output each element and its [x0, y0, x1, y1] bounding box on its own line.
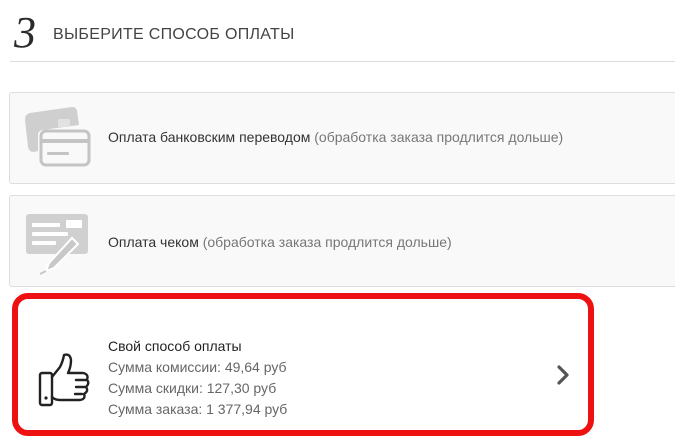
option-note: (обработка заказа продлится дольше)	[202, 234, 452, 250]
fee-amount: Сумма комиссии: 49,64 руб	[108, 359, 287, 375]
bank-transfer-text: Оплата банковским переводом (обработка з…	[108, 128, 563, 146]
step-number: 3	[14, 8, 36, 57]
payment-option-bank-transfer[interactable]: Оплата банковским переводом (обработка з…	[9, 92, 675, 184]
option-note: (обработка заказа продлится дольше)	[314, 129, 564, 145]
chevron-right-icon[interactable]	[556, 365, 570, 390]
custom-option-details: Свой способ оплаты Сумма комиссии: 49,64…	[108, 335, 287, 420]
payment-option-check[interactable]: Оплата чеком (обработка заказа продлится…	[9, 195, 675, 287]
payment-option-custom[interactable]: Свой способ оплаты Сумма комиссии: 49,64…	[12, 293, 594, 436]
option-name: Оплата чеком	[108, 234, 199, 250]
step-title: ВЫБЕРИТЕ СПОСОБ ОПЛАТЫ	[53, 26, 295, 43]
option-name: Оплата банковским переводом	[108, 129, 311, 145]
check-text: Оплата чеком (обработка заказа продлится…	[108, 233, 452, 251]
check-pen-icon	[24, 210, 90, 281]
discount-amount: Сумма скидки: 127,30 руб	[108, 380, 277, 396]
order-total: Сумма заказа: 1 377,94 руб	[108, 401, 288, 417]
divider	[10, 61, 675, 62]
step-header: 3 ВЫБЕРИТЕ СПОСОБ ОПЛАТЫ	[0, 0, 675, 62]
thumbs-up-icon	[36, 351, 92, 414]
option-name: Свой способ оплаты	[108, 338, 242, 354]
bank-card-icon	[22, 105, 92, 176]
